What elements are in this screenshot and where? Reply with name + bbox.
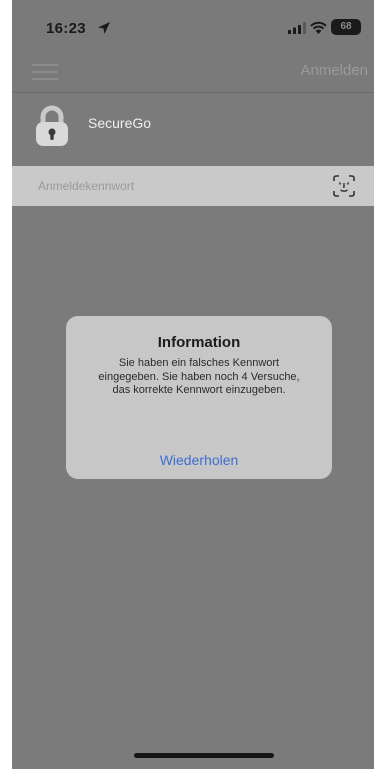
battery-icon: 68 [331,19,361,35]
dialog-message: Sie haben ein falsches Kennwort eingegeb… [98,357,300,396]
signal-icon [288,22,306,34]
status-bar: 16:23 68 [12,0,374,56]
app-header: SecureGo [12,93,374,165]
login-nav-button[interactable]: Anmelden [300,62,368,79]
dialog-title: Information [157,334,241,351]
home-indicator[interactable] [134,753,274,758]
alert-dialog: Information Sie haben ein falsches Kennw… [66,316,332,479]
face-id-icon[interactable] [332,174,356,198]
password-row [12,166,374,206]
password-input[interactable] [12,166,312,206]
location-arrow-icon [98,22,110,34]
retry-button[interactable]: Wiederholen [66,440,332,479]
hamburger-menu-icon[interactable] [32,64,58,80]
app-screen: 16:23 68 Anmelden SecureGo Information S… [12,0,374,769]
padlock-icon [36,105,68,146]
status-time: 16:23 [46,20,86,37]
app-name: SecureGo [88,115,152,131]
navigation-bar: Anmelden [12,56,374,93]
wifi-icon [310,21,327,34]
